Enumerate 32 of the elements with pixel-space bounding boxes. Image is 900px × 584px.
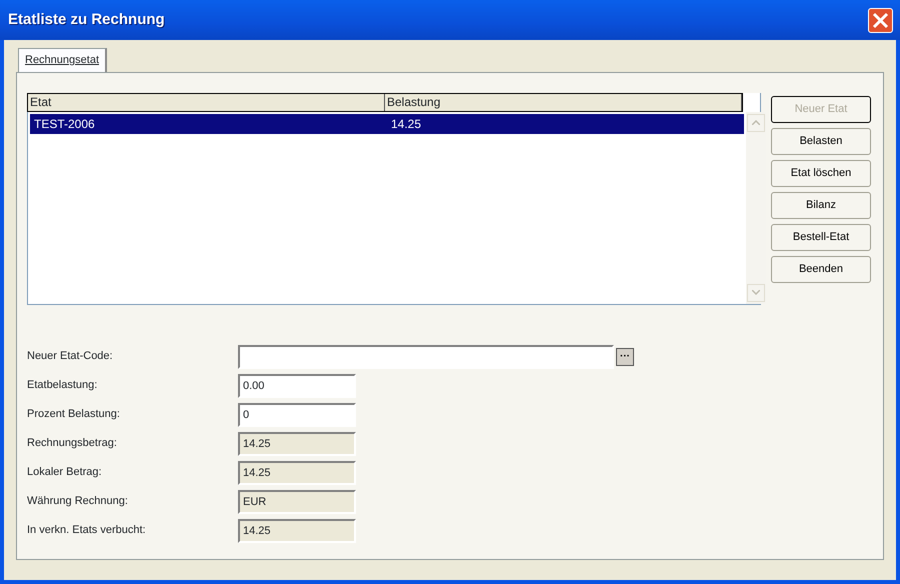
- field-label: Währung Rechnung:: [27, 494, 129, 510]
- input-field[interactable]: [238, 344, 614, 368]
- column-header[interactable]: Etat: [28, 94, 385, 110]
- action-button[interactable]: Beenden: [771, 256, 871, 282]
- action-button[interactable]: Bilanz: [771, 192, 871, 218]
- list-cell-text: 14.25: [390, 116, 422, 132]
- readonly-field: EUR: [238, 490, 356, 514]
- input-field[interactable]: 0.00: [238, 374, 356, 398]
- scroll-up-button[interactable]: [747, 114, 765, 132]
- field-label: In verkn. Etats verbucht:: [27, 523, 147, 538]
- browse-button[interactable]: ···: [616, 348, 634, 366]
- list-row[interactable]: TEST-2006 14.25: [30, 114, 744, 134]
- tab[interactable]: Rechnungsetat: [18, 48, 107, 72]
- action-button[interactable]: Belasten: [771, 128, 871, 154]
- readonly-field: 14.25: [238, 460, 356, 484]
- close-button[interactable]: [868, 8, 893, 32]
- action-button[interactable]: Bestell-Etat: [771, 224, 871, 250]
- list-cell-text: TEST-2006: [33, 116, 96, 132]
- input-field[interactable]: 0: [238, 402, 356, 426]
- field-label: Neuer Etat-Code:: [27, 349, 114, 364]
- close-icon: [872, 12, 889, 28]
- scroll-down-button[interactable]: [747, 284, 765, 302]
- column-header[interactable]: Belastung: [385, 94, 742, 110]
- field-label: Prozent Belastung:: [27, 407, 121, 422]
- field-label: Rechnungsbetrag:: [27, 436, 118, 452]
- field-label: Etatbelastung:: [27, 378, 98, 394]
- field-label: Lokaler Betrag:: [27, 465, 103, 480]
- window-title: Etatliste zu Rechnung: [8, 10, 165, 30]
- scrollbar[interactable]: [746, 112, 766, 304]
- readonly-field: 14.25: [238, 518, 356, 542]
- readonly-field: 14.25: [238, 432, 356, 456]
- action-button[interactable]: Etat löschen: [771, 160, 871, 186]
